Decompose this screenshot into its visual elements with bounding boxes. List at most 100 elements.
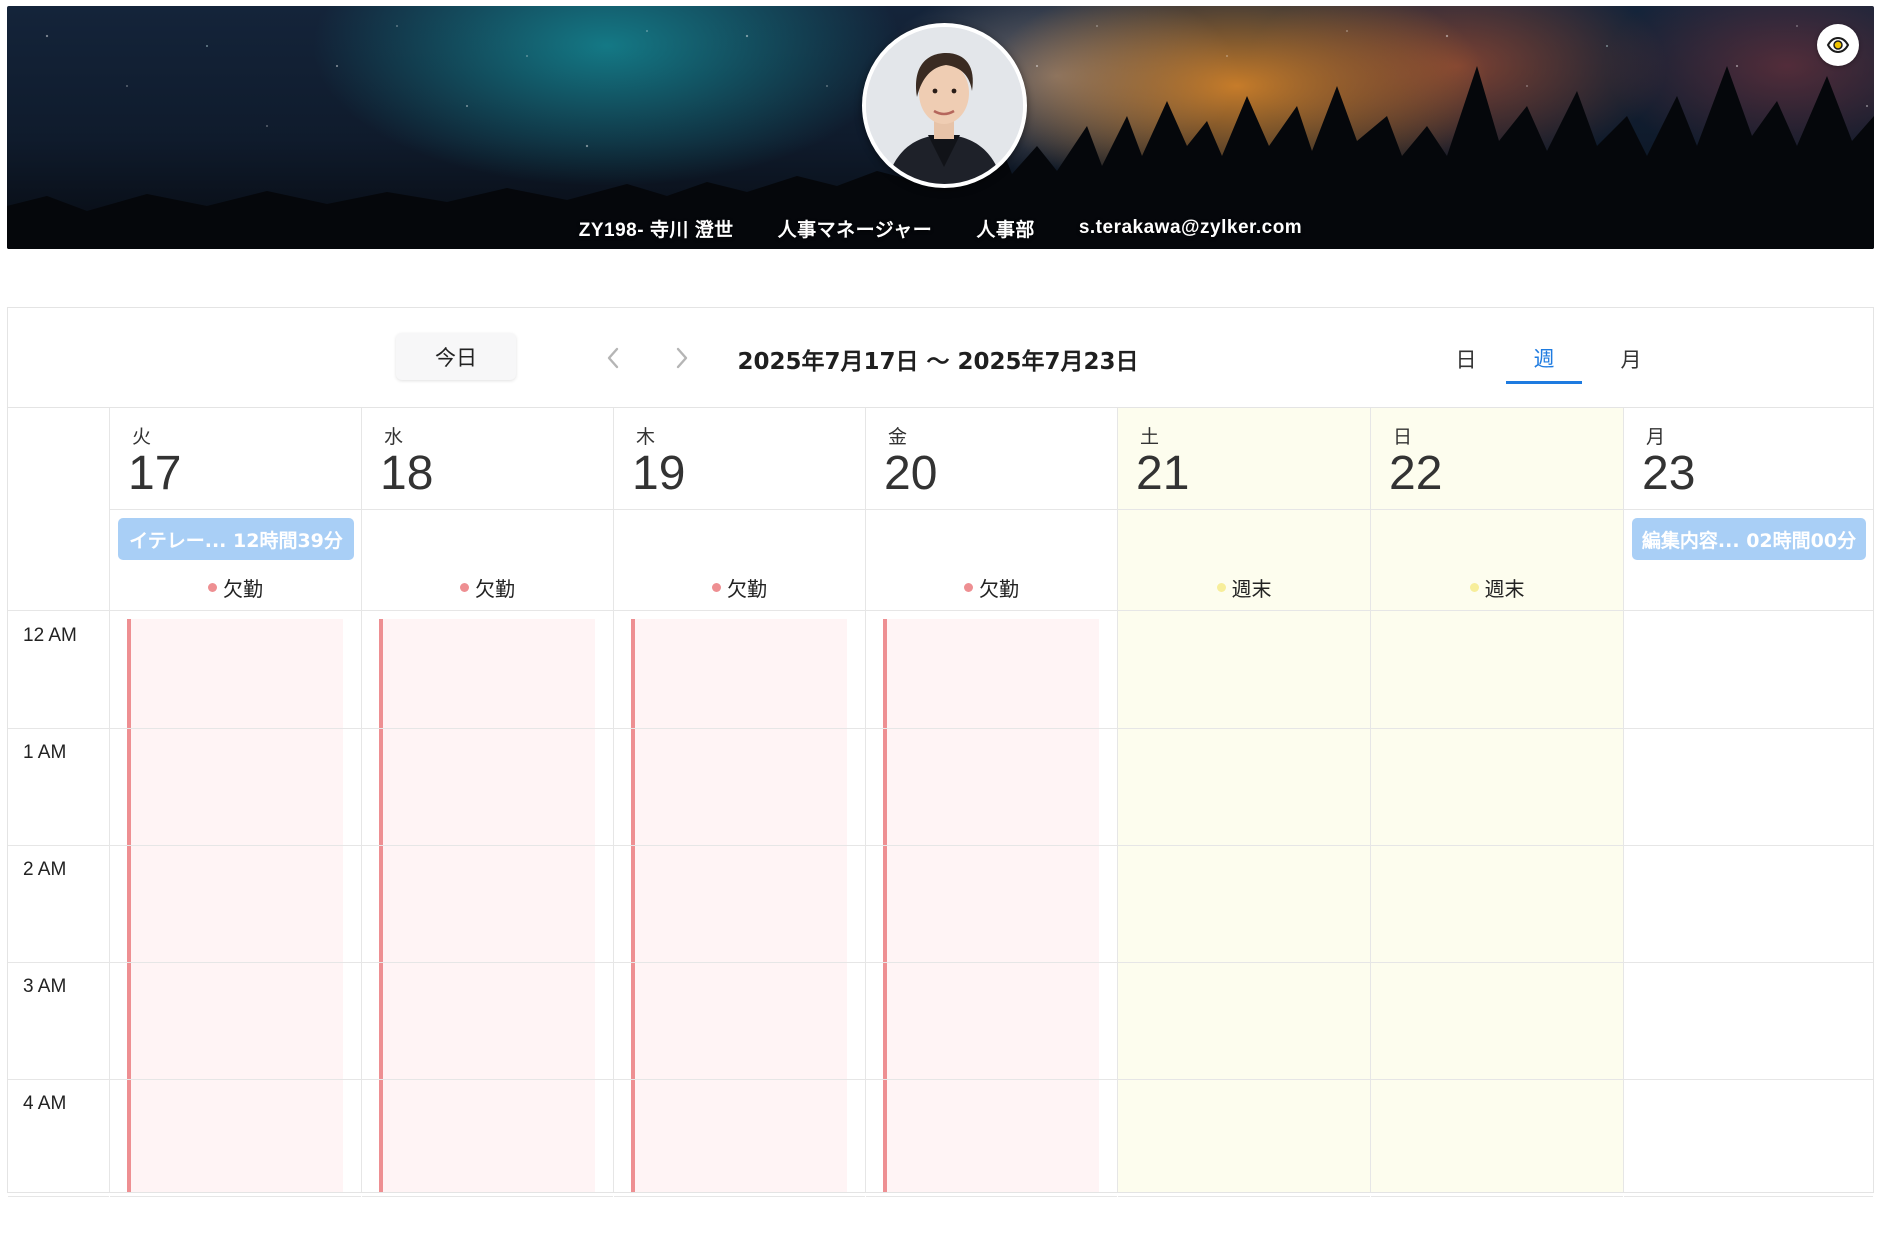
day-number: 17 bbox=[128, 447, 182, 500]
hour-line bbox=[1118, 1079, 1370, 1080]
day-status: 欠勤 bbox=[110, 573, 361, 601]
hour-line bbox=[866, 1196, 1117, 1197]
day-column[interactable]: 土 21 週末 bbox=[1117, 408, 1370, 1197]
day-status: 欠勤 bbox=[362, 573, 613, 601]
hour-line bbox=[8, 1196, 109, 1197]
hour-line bbox=[8, 728, 109, 729]
hour-line bbox=[1624, 845, 1873, 846]
day-status-label: 欠勤 bbox=[727, 576, 767, 601]
day-header[interactable]: 日 22 bbox=[1371, 408, 1623, 510]
hour-line bbox=[1371, 962, 1623, 963]
all-day-cell: 週末 bbox=[1371, 510, 1623, 611]
weekend-dot-icon bbox=[1469, 582, 1479, 592]
day-header[interactable]: 金 20 bbox=[866, 408, 1117, 510]
visibility-toggle-button[interactable] bbox=[1817, 24, 1859, 66]
hour-line bbox=[1118, 1196, 1370, 1197]
day-weekday: 火 bbox=[132, 426, 152, 448]
hour-line bbox=[614, 728, 865, 729]
today-button[interactable]: 今日 bbox=[396, 333, 516, 380]
hour-line bbox=[8, 1079, 109, 1080]
hour-line bbox=[1624, 728, 1873, 729]
hour-line bbox=[1624, 962, 1873, 963]
hour-line bbox=[866, 728, 1117, 729]
employee-id-name: ZY198- 寺川 澄世 bbox=[578, 219, 734, 241]
all-day-cell: 欠勤 bbox=[362, 510, 613, 611]
hour-line bbox=[866, 1079, 1117, 1080]
day-column[interactable]: 金 20 欠勤 bbox=[865, 408, 1117, 1197]
tab-month-view[interactable]: 月 bbox=[1593, 334, 1669, 384]
day-column[interactable]: 木 19 欠勤 bbox=[613, 408, 865, 1197]
hour-line bbox=[1118, 845, 1370, 846]
department: 人事部 bbox=[976, 219, 1035, 241]
day-weekday: 日 bbox=[1393, 426, 1413, 448]
day-header[interactable]: 木 19 bbox=[614, 408, 865, 510]
absence-block[interactable] bbox=[883, 619, 1099, 1192]
absence-block[interactable] bbox=[631, 619, 847, 1192]
day-status: 欠勤 bbox=[614, 573, 865, 601]
email: s.terakawa@zylker.com bbox=[1078, 217, 1303, 238]
chevron-right-icon bbox=[676, 347, 688, 369]
tab-week-view[interactable]: 週 bbox=[1506, 334, 1582, 384]
all-day-cell: 欠勤 bbox=[866, 510, 1117, 611]
absence-block[interactable] bbox=[379, 619, 595, 1192]
hour-line bbox=[110, 962, 361, 963]
day-column[interactable]: 日 22 週末 bbox=[1370, 408, 1623, 1197]
day-number: 22 bbox=[1389, 447, 1443, 500]
day-status: 週末 bbox=[1118, 573, 1370, 601]
hour-line bbox=[110, 1196, 361, 1197]
day-weekday: 土 bbox=[1140, 426, 1160, 448]
hour-label: 4 AM bbox=[23, 1093, 67, 1114]
hour-line bbox=[614, 845, 865, 846]
day-number: 19 bbox=[632, 447, 686, 500]
hour-line bbox=[614, 1079, 865, 1080]
day-status-label: 欠勤 bbox=[979, 576, 1019, 601]
all-day-cell: イテレー... 12時間39分欠勤 bbox=[110, 510, 361, 611]
week-grid: 12 AM 1 AM 2 AM 3 AM 4 AM 火 17 イテレー... 12時間39分… bbox=[8, 408, 1873, 1197]
all-day-cell: 欠勤 bbox=[614, 510, 865, 611]
event-chip[interactable]: イテレー... 12時間39分 bbox=[118, 518, 354, 560]
day-status: 週末 bbox=[1371, 573, 1623, 601]
hour-line bbox=[362, 962, 613, 963]
hour-line bbox=[362, 1079, 613, 1080]
day-status-label: 欠勤 bbox=[475, 576, 515, 601]
day-header[interactable]: 水 18 bbox=[362, 408, 613, 510]
day-column[interactable]: 水 18 欠勤 bbox=[361, 408, 613, 1197]
day-number: 23 bbox=[1642, 447, 1696, 500]
day-number: 18 bbox=[380, 447, 434, 500]
hour-line bbox=[362, 845, 613, 846]
hour-line bbox=[614, 962, 865, 963]
hour-line bbox=[1118, 728, 1370, 729]
hour-line bbox=[1371, 1196, 1623, 1197]
day-header[interactable]: 月 23 bbox=[1624, 408, 1873, 510]
day-status: 欠勤 bbox=[866, 573, 1117, 601]
hour-line bbox=[614, 1196, 865, 1197]
event-chip[interactable]: 編集内容... 02時間00分 bbox=[1632, 518, 1866, 560]
day-column[interactable]: 月 23 編集内容... 02時間00分 bbox=[1623, 408, 1873, 1197]
absence-block[interactable] bbox=[127, 619, 343, 1192]
absence-dot-icon bbox=[712, 582, 721, 592]
profile-info: ZY198- 寺川 澄世 人事マネージャー 人事部 s.terakawa@zyl… bbox=[7, 213, 1874, 243]
day-header[interactable]: 土 21 bbox=[1118, 408, 1370, 510]
weekend-dot-icon bbox=[1216, 582, 1226, 592]
attendance-calendar: 今日 2025年7月17日 〜 2025年7月23日 日 週 月 12 AM 1 … bbox=[7, 307, 1874, 1197]
chevron-left-icon bbox=[607, 347, 619, 369]
day-column[interactable]: 火 17 イテレー... 12時間39分 欠勤 bbox=[109, 408, 361, 1197]
eye-icon bbox=[1826, 36, 1850, 54]
tab-day-view[interactable]: 日 bbox=[1428, 334, 1504, 384]
day-header[interactable]: 火 17 bbox=[110, 408, 361, 510]
avatar bbox=[862, 23, 1027, 188]
hour-line bbox=[110, 728, 361, 729]
hour-label: 2 AM bbox=[23, 859, 67, 880]
profile-banner: ZY198- 寺川 澄世 人事マネージャー 人事部 s.terakawa@zyl… bbox=[7, 6, 1874, 249]
absence-dot-icon bbox=[460, 582, 469, 592]
day-number: 21 bbox=[1136, 447, 1190, 500]
hour-line bbox=[362, 728, 613, 729]
hour-line bbox=[1371, 845, 1623, 846]
prev-week-button[interactable] bbox=[593, 338, 633, 378]
hour-line bbox=[1624, 1079, 1873, 1080]
hour-line bbox=[1118, 962, 1370, 963]
next-week-button[interactable] bbox=[662, 338, 702, 378]
day-status-label: 欠勤 bbox=[223, 576, 263, 601]
day-weekday: 月 bbox=[1646, 426, 1666, 448]
hour-line bbox=[866, 845, 1117, 846]
